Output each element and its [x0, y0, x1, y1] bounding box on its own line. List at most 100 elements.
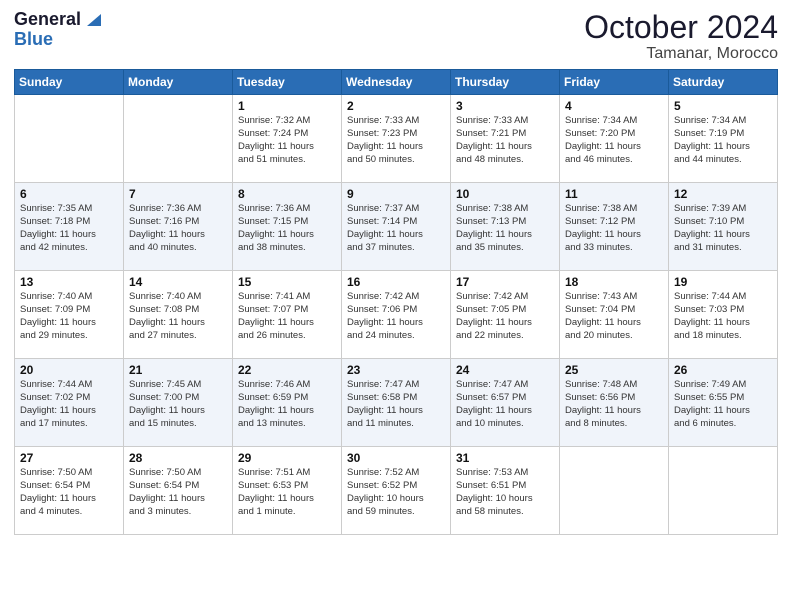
title-block: October 2024 Tamanar, Morocco	[584, 10, 778, 63]
day-info: Sunrise: 7:45 AMSunset: 7:00 PMDaylight:…	[129, 379, 227, 430]
day-info: Sunrise: 7:41 AMSunset: 7:07 PMDaylight:…	[238, 291, 336, 342]
day-number: 6	[20, 187, 118, 201]
calendar-cell: 5 Sunrise: 7:34 AMSunset: 7:19 PMDaylight…	[669, 95, 778, 183]
day-info: Sunrise: 7:36 AMSunset: 7:15 PMDaylight:…	[238, 203, 336, 254]
day-info: Sunrise: 7:40 AMSunset: 7:09 PMDaylight:…	[20, 291, 118, 342]
day-number: 3	[456, 99, 554, 113]
calendar-cell: 22Sunrise: 7:46 AMSunset: 6:59 PMDayligh…	[233, 359, 342, 447]
calendar-cell: 2 Sunrise: 7:33 AMSunset: 7:23 PMDaylight…	[342, 95, 451, 183]
calendar-cell: 1Sunrise: 7:32 AMSunset: 7:24 PMDaylight…	[233, 95, 342, 183]
calendar-cell: 16Sunrise: 7:42 AMSunset: 7:06 PMDayligh…	[342, 271, 451, 359]
calendar-cell: 14Sunrise: 7:40 AMSunset: 7:08 PMDayligh…	[124, 271, 233, 359]
day-number: 30	[347, 451, 445, 465]
day-number: 22	[238, 363, 336, 377]
month-title: October 2024	[584, 10, 778, 45]
calendar-cell: 4Sunrise: 7:34 AMSunset: 7:20 PMDaylight…	[560, 95, 669, 183]
calendar-table: SundayMondayTuesdayWednesdayThursdayFrid…	[14, 69, 778, 535]
day-number: 2	[347, 99, 445, 113]
week-row-1: 1Sunrise: 7:32 AMSunset: 7:24 PMDaylight…	[15, 95, 778, 183]
calendar-cell	[560, 447, 669, 535]
day-info: Sunrise: 7:35 AMSunset: 7:18 PMDaylight:…	[20, 203, 118, 254]
day-number: 20	[20, 363, 118, 377]
weekday-header-row: SundayMondayTuesdayWednesdayThursdayFrid…	[15, 70, 778, 95]
calendar-cell: 23 Sunrise: 7:47 AMSunset: 6:58 PMDayligh…	[342, 359, 451, 447]
day-number: 24	[456, 363, 554, 377]
calendar-cell: 18 Sunrise: 7:43 AMSunset: 7:04 PMDayligh…	[560, 271, 669, 359]
logo-icon	[83, 10, 101, 28]
day-info: Sunrise: 7:50 AMSunset: 6:54 PMDaylight:…	[20, 467, 118, 518]
page: General Blue October 2024 Tamanar, Moroc…	[0, 0, 792, 612]
calendar-cell	[669, 447, 778, 535]
weekday-header-wednesday: Wednesday	[342, 70, 451, 95]
day-info: Sunrise: 7:38 AMSunset: 7:12 PMDaylight:…	[565, 203, 663, 254]
day-number: 23	[347, 363, 445, 377]
day-info: Sunrise: 7:42 AMSunset: 7:06 PMDaylight:…	[347, 291, 445, 342]
day-number: 27	[20, 451, 118, 465]
weekday-header-saturday: Saturday	[669, 70, 778, 95]
day-number: 10	[456, 187, 554, 201]
logo-text-general: General	[14, 10, 81, 30]
day-number: 21	[129, 363, 227, 377]
calendar-cell: 27 Sunrise: 7:50 AMSunset: 6:54 PMDayligh…	[15, 447, 124, 535]
day-number: 15	[238, 275, 336, 289]
day-info: Sunrise: 7:34 AMSunset: 7:19 PMDaylight:…	[674, 115, 772, 166]
calendar-cell: 9Sunrise: 7:37 AMSunset: 7:14 PMDaylight…	[342, 183, 451, 271]
calendar-cell: 25 Sunrise: 7:48 AMSunset: 6:56 PMDayligh…	[560, 359, 669, 447]
calendar-cell: 26Sunrise: 7:49 AMSunset: 6:55 PMDayligh…	[669, 359, 778, 447]
day-number: 1	[238, 99, 336, 113]
weekday-header-thursday: Thursday	[451, 70, 560, 95]
day-number: 19	[674, 275, 772, 289]
day-number: 26	[674, 363, 772, 377]
day-info: Sunrise: 7:44 AMSunset: 7:03 PMDaylight:…	[674, 291, 772, 342]
day-number: 7	[129, 187, 227, 201]
calendar-cell: 15 Sunrise: 7:41 AMSunset: 7:07 PMDayligh…	[233, 271, 342, 359]
day-number: 11	[565, 187, 663, 201]
day-number: 31	[456, 451, 554, 465]
day-number: 5	[674, 99, 772, 113]
day-info: Sunrise: 7:48 AMSunset: 6:56 PMDaylight:…	[565, 379, 663, 430]
day-info: Sunrise: 7:38 AMSunset: 7:13 PMDaylight:…	[456, 203, 554, 254]
day-info: Sunrise: 7:52 AMSunset: 6:52 PMDaylight:…	[347, 467, 445, 518]
day-info: Sunrise: 7:40 AMSunset: 7:08 PMDaylight:…	[129, 291, 227, 342]
calendar-cell: 6 Sunrise: 7:35 AMSunset: 7:18 PMDaylight…	[15, 183, 124, 271]
week-row-2: 6 Sunrise: 7:35 AMSunset: 7:18 PMDaylight…	[15, 183, 778, 271]
calendar-cell: 20 Sunrise: 7:44 AMSunset: 7:02 PMDayligh…	[15, 359, 124, 447]
calendar-cell: 19 Sunrise: 7:44 AMSunset: 7:03 PMDayligh…	[669, 271, 778, 359]
day-number: 25	[565, 363, 663, 377]
calendar-cell: 8Sunrise: 7:36 AMSunset: 7:15 PMDaylight…	[233, 183, 342, 271]
day-number: 17	[456, 275, 554, 289]
day-info: Sunrise: 7:47 AMSunset: 6:58 PMDaylight:…	[347, 379, 445, 430]
day-number: 12	[674, 187, 772, 201]
day-info: Sunrise: 7:42 AMSunset: 7:05 PMDaylight:…	[456, 291, 554, 342]
day-number: 9	[347, 187, 445, 201]
day-number: 13	[20, 275, 118, 289]
day-info: Sunrise: 7:50 AMSunset: 6:54 PMDaylight:…	[129, 467, 227, 518]
day-info: Sunrise: 7:33 AMSunset: 7:21 PMDaylight:…	[456, 115, 554, 166]
weekday-header-tuesday: Tuesday	[233, 70, 342, 95]
calendar-cell: 10 Sunrise: 7:38 AMSunset: 7:13 PMDayligh…	[451, 183, 560, 271]
calendar-cell: 12Sunrise: 7:39 AMSunset: 7:10 PMDayligh…	[669, 183, 778, 271]
day-info: Sunrise: 7:33 AMSunset: 7:23 PMDaylight:…	[347, 115, 445, 166]
logo: General Blue	[14, 10, 101, 50]
day-info: Sunrise: 7:43 AMSunset: 7:04 PMDaylight:…	[565, 291, 663, 342]
week-row-4: 20 Sunrise: 7:44 AMSunset: 7:02 PMDayligh…	[15, 359, 778, 447]
day-number: 29	[238, 451, 336, 465]
day-number: 4	[565, 99, 663, 113]
calendar-cell: 3 Sunrise: 7:33 AMSunset: 7:21 PMDaylight…	[451, 95, 560, 183]
day-info: Sunrise: 7:47 AMSunset: 6:57 PMDaylight:…	[456, 379, 554, 430]
week-row-5: 27 Sunrise: 7:50 AMSunset: 6:54 PMDayligh…	[15, 447, 778, 535]
calendar-cell	[124, 95, 233, 183]
calendar-cell: 30 Sunrise: 7:52 AMSunset: 6:52 PMDayligh…	[342, 447, 451, 535]
day-number: 18	[565, 275, 663, 289]
week-row-3: 13 Sunrise: 7:40 AMSunset: 7:09 PMDayligh…	[15, 271, 778, 359]
day-info: Sunrise: 7:44 AMSunset: 7:02 PMDaylight:…	[20, 379, 118, 430]
calendar-cell: 31Sunrise: 7:53 AMSunset: 6:51 PMDayligh…	[451, 447, 560, 535]
weekday-header-monday: Monday	[124, 70, 233, 95]
calendar-cell: 24 Sunrise: 7:47 AMSunset: 6:57 PMDayligh…	[451, 359, 560, 447]
location-title: Tamanar, Morocco	[584, 45, 778, 63]
calendar-cell: 11 Sunrise: 7:38 AMSunset: 7:12 PMDayligh…	[560, 183, 669, 271]
header: General Blue October 2024 Tamanar, Moroc…	[14, 10, 778, 63]
calendar-cell: 17 Sunrise: 7:42 AMSunset: 7:05 PMDayligh…	[451, 271, 560, 359]
calendar-cell: 7 Sunrise: 7:36 AMSunset: 7:16 PMDaylight…	[124, 183, 233, 271]
day-info: Sunrise: 7:36 AMSunset: 7:16 PMDaylight:…	[129, 203, 227, 254]
